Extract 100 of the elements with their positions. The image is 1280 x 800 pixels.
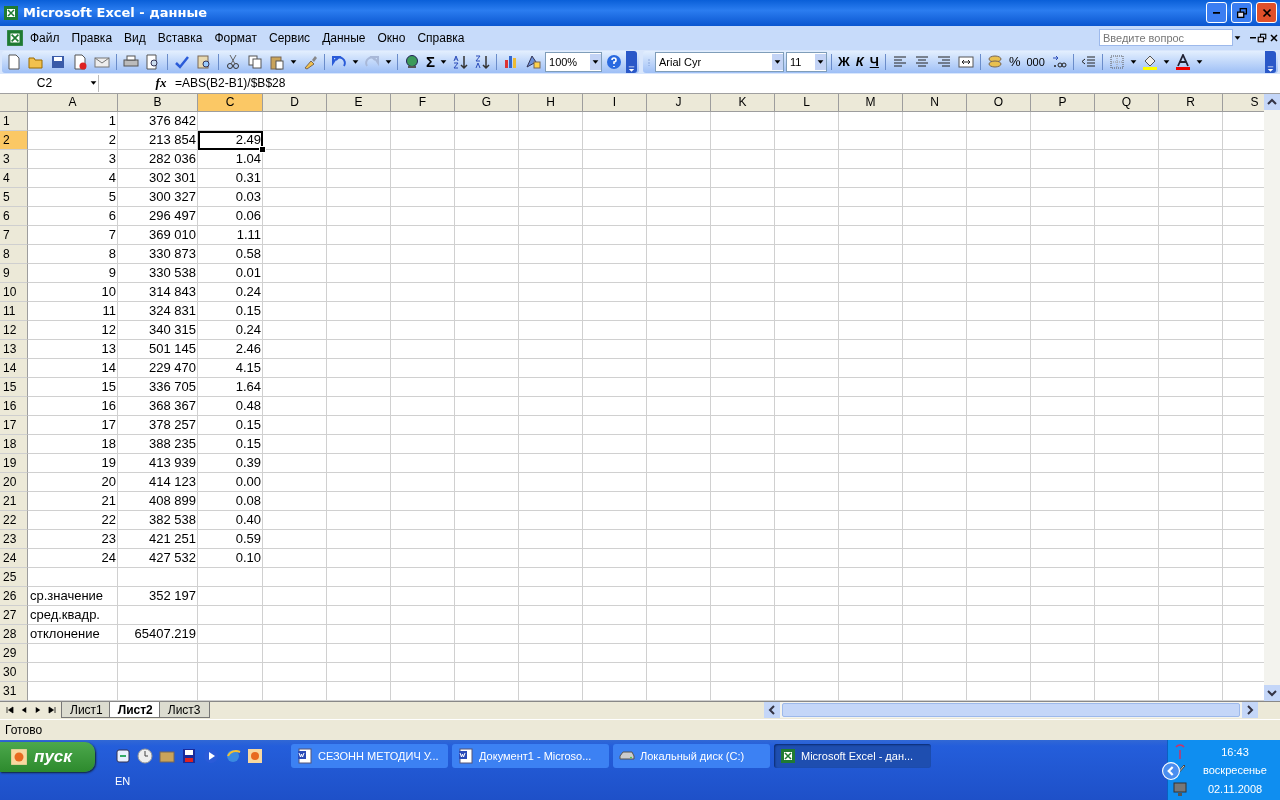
sort-ascending-icon [452,53,468,70]
table-cell-text: 1.64 [234,377,262,396]
table-cell-text: 14 [100,358,117,377]
clock-date: 02.11.2008 [1206,782,1264,795]
taskbar-button[interactable]: Microsoft Excel - дан... [774,744,931,769]
table-cell-text: 21 [100,491,117,510]
table-cell-text: 0.40 [234,510,262,529]
insert-function-button[interactable]: fx [151,75,171,92]
menu-item[interactable]: Файл [24,27,66,48]
table-cell-text: 18 [100,434,117,453]
clock-icon[interactable] [137,748,153,765]
tray-expand-icon[interactable] [1162,762,1180,781]
scroll-down-button[interactable] [1264,684,1280,701]
table-cell-text: ср.значение [29,586,105,605]
menu-item[interactable]: Вид [118,27,152,48]
sort-descending-icon [474,53,490,70]
sheet-tab[interactable]: Лист3 [158,702,210,719]
browser-icon[interactable] [225,748,241,765]
table-cell-text: 408 899 [148,491,197,510]
close-icon[interactable] [1268,31,1280,44]
table-cell-text: 10 [100,282,117,301]
table-cell-text: 296 497 [148,206,197,225]
show-desktop-icon[interactable] [115,748,131,765]
font-combo[interactable]: Arial Cyr [655,51,784,72]
floppy-icon[interactable] [181,748,197,765]
decimal-icon [1050,53,1067,70]
table-cell-text: 5 [107,187,117,206]
scissors-icon [225,53,241,70]
scroll-left-button[interactable] [764,702,780,719]
excel-icon[interactable] [6,28,24,47]
restore-button[interactable] [1231,2,1252,24]
language-indicator[interactable]: EN [115,775,263,788]
table-cell-text: 12 [100,320,117,339]
table-cell-text: 369 010 [148,225,197,244]
table-cell-text: 376 842 [148,111,197,130]
taskbar-button[interactable]: Документ1 - Microso... [452,744,609,769]
active-cell[interactable]: 2.49 [198,130,263,150]
table-cell-text: отклонение [29,624,101,643]
table-cell-text: 421 251 [148,529,197,548]
flower-icon[interactable] [247,748,263,765]
last-sheet-icon[interactable] [46,704,58,717]
restore-icon[interactable] [1256,31,1268,44]
menu-item[interactable]: Правка [65,27,119,48]
minimize-icon[interactable] [1250,37,1256,39]
help-icon [606,53,622,70]
zoom-combo[interactable]: 100% [545,51,602,72]
bold-button[interactable]: Ж [836,51,852,72]
menu-item[interactable]: Вставка [151,27,209,48]
start-button[interactable]: пуск [0,742,95,773]
table-cell-text: 0.08 [234,491,262,510]
menu-item[interactable]: Данные [316,27,372,48]
underline-button[interactable]: Ч [867,51,881,72]
table-cell-text: 0.01 [234,263,262,282]
table-cell-text: 414 123 [148,472,197,491]
table-cell-text: 229 470 [148,358,197,377]
drawing-icon [525,53,541,70]
sheet-tab[interactable]: Лист1 [61,702,112,719]
scroll-right-button[interactable] [1242,702,1258,719]
fill-handle[interactable] [259,145,266,153]
scroll-thumb[interactable] [782,703,1240,718]
status-text: Готово [5,723,43,738]
table-cell-text: 15 [100,377,117,396]
font-size-combo[interactable]: 11 [786,51,827,72]
printer-icon [123,53,139,70]
menu-item[interactable]: Окно [371,27,412,48]
menu-item[interactable]: Формат [208,27,264,48]
first-sheet-icon[interactable] [4,704,16,717]
align-right-icon [935,53,952,70]
new-document-icon [6,53,22,70]
name-box[interactable]: C2 [0,74,99,92]
table-cell-text: 17 [100,415,117,434]
autosum-button[interactable]: Σ [424,51,437,72]
table-cell-text: 0.15 [234,301,262,320]
percent-button[interactable]: % [1006,51,1023,72]
thousands-button[interactable]: 000 [1024,51,1047,72]
table-cell-text: 336 705 [148,377,197,396]
table-cell-text: сред.квадр. [29,605,101,624]
table-cell-text: 4 [107,168,117,187]
table-cell-text: 4.15 [234,358,262,377]
vertical-scrollbar[interactable] [1264,93,1280,701]
align-center-icon [913,53,930,70]
close-button[interactable] [1256,2,1277,24]
horizontal-scrollbar[interactable] [764,702,1258,719]
menu-item[interactable]: Справка [411,27,471,48]
media-player-icon[interactable] [203,748,219,765]
table-cell-text: 427 532 [148,548,197,567]
italic-button[interactable]: К [853,51,866,72]
folder-icon[interactable] [159,748,175,765]
minimize-button[interactable] [1206,2,1227,24]
table-cell-text: 0.00 [234,472,262,491]
question-field[interactable]: Введите вопрос [1099,29,1233,47]
table-cell-text: 22 [100,510,117,529]
table-cell-text: 413 939 [148,453,197,472]
taskbar-button[interactable]: Локальный диск (C:) [613,744,770,769]
taskbar-button[interactable]: СЕЗОНН МЕТОДИЧ У... [291,744,448,769]
table-cell-text: 0.58 [234,244,262,263]
menu-item[interactable]: Сервис [263,27,317,48]
table-cell-text: 24 [100,548,117,567]
sheet-tab[interactable]: Лист2 [108,702,162,719]
formula-field[interactable]: =ABS(B2-B1)/$B$28 [175,76,286,91]
